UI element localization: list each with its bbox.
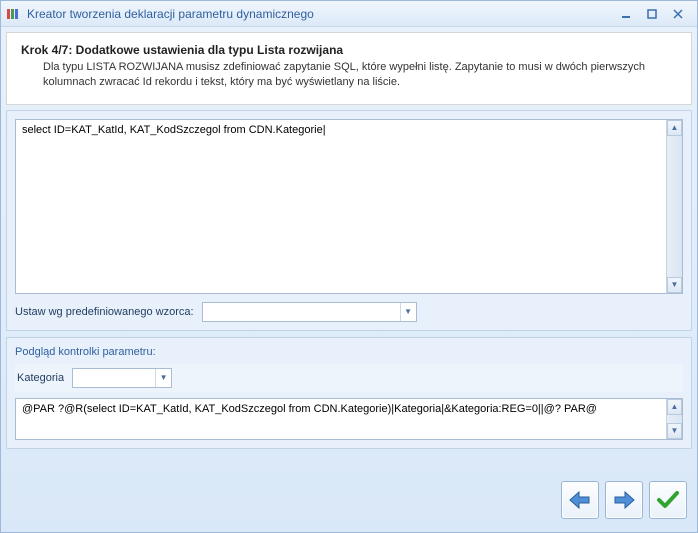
next-button[interactable] (605, 481, 643, 519)
pattern-row: Ustaw wg predefiniowanego wzorca: ▼ (15, 302, 683, 322)
wizard-header: Krok 4/7: Dodatkowe ustawienia dla typu … (6, 32, 692, 105)
sql-query-field: ▲ ▼ (15, 119, 683, 294)
sql-query-input[interactable] (16, 120, 666, 293)
pattern-label: Ustaw wg predefiniowanego wzorca: (15, 306, 194, 318)
param-preview-row: Kategoria ▼ (15, 364, 683, 392)
arrow-right-icon (611, 489, 637, 511)
close-button[interactable] (669, 6, 687, 22)
preview-panel: Podgląd kontrolki parametru: Kategoria ▼… (6, 337, 692, 449)
wizard-window: Kreator tworzenia deklaracji parametru d… (0, 0, 698, 533)
scroll-track[interactable] (667, 415, 682, 423)
minimize-button[interactable] (617, 6, 635, 22)
wizard-body: ▲ ▼ Ustaw wg predefiniowanego wzorca: ▼ … (6, 110, 692, 471)
sql-panel: ▲ ▼ Ustaw wg predefiniowanego wzorca: ▼ (6, 110, 692, 331)
scroll-up-icon[interactable]: ▲ (667, 399, 682, 415)
scroll-track[interactable] (667, 136, 682, 277)
wizard-footer (1, 476, 697, 532)
arrow-left-icon (567, 489, 593, 511)
titlebar: Kreator tworzenia deklaracji parametru d… (1, 1, 697, 27)
checkmark-icon (656, 489, 680, 511)
step-description: Dla typu LISTA ROZWIJANA musisz zdefinio… (21, 60, 677, 90)
chevron-down-icon: ▼ (155, 369, 171, 387)
back-button[interactable] (561, 481, 599, 519)
maximize-button[interactable] (643, 6, 661, 22)
par-string-field: @PAR ?@R(select ID=KAT_KatId, KAT_KodSzc… (15, 398, 683, 440)
par-scrollbar[interactable]: ▲ ▼ (666, 399, 682, 439)
window-title: Kreator tworzenia deklaracji parametru d… (27, 7, 617, 21)
window-controls (617, 6, 691, 22)
preview-title: Podgląd kontrolki parametru: (15, 346, 683, 358)
scroll-down-icon[interactable]: ▼ (667, 277, 682, 293)
scroll-down-icon[interactable]: ▼ (667, 423, 682, 439)
scroll-up-icon[interactable]: ▲ (667, 120, 682, 136)
pattern-combo[interactable]: ▼ (202, 302, 417, 322)
par-string-text[interactable]: @PAR ?@R(select ID=KAT_KatId, KAT_KodSzc… (16, 399, 666, 439)
param-label: Kategoria (17, 372, 64, 384)
finish-button[interactable] (649, 481, 687, 519)
param-combo[interactable]: ▼ (72, 368, 172, 388)
step-title: Krok 4/7: Dodatkowe ustawienia dla typu … (21, 43, 677, 57)
sql-scrollbar[interactable]: ▲ ▼ (666, 120, 682, 293)
chevron-down-icon: ▼ (400, 303, 416, 321)
app-icon (7, 7, 21, 21)
